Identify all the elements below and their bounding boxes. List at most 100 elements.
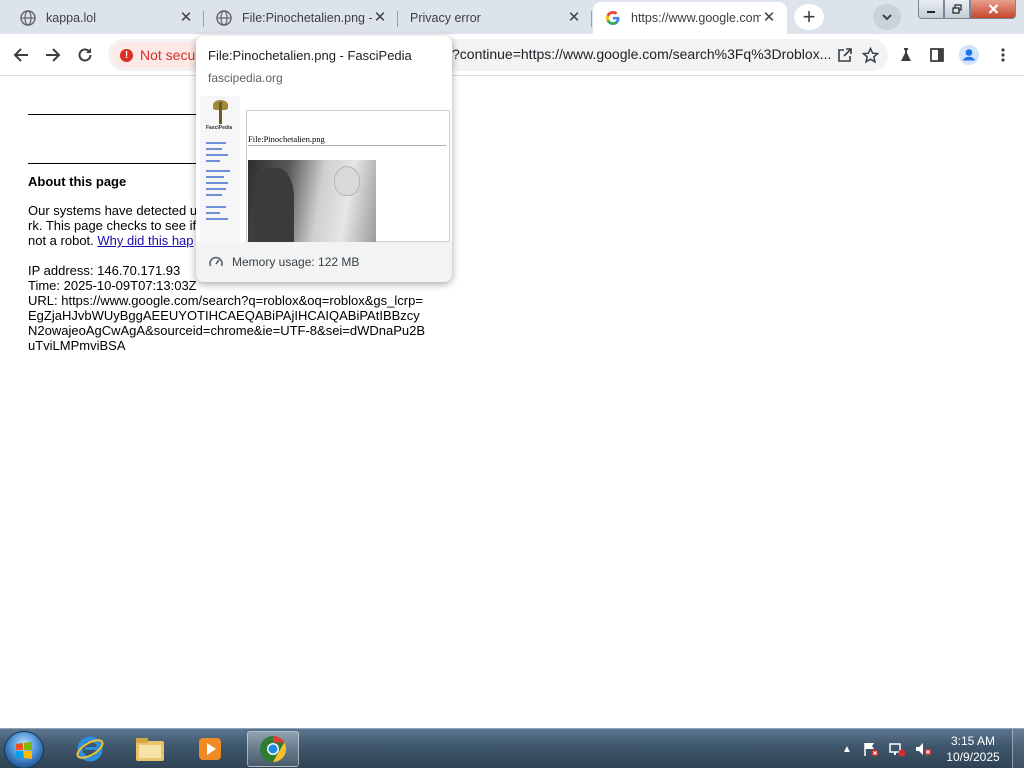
preview-photo-alien [334, 166, 360, 196]
bookmark-star-button[interactable] [857, 42, 883, 68]
taskbar-internet-explorer[interactable] [64, 731, 116, 767]
windows-taskbar: ▲ 3:15 AM 10/9/2025 [0, 728, 1024, 768]
url-line: URL: https://www.google.com/search?q=rob… [28, 293, 423, 308]
kebab-menu-icon [1001, 48, 1005, 62]
windows-logo-icon [16, 742, 32, 759]
preview-sidebar-link [206, 188, 226, 190]
tab-title: kappa.lol [46, 11, 97, 25]
page-content: About this page Our systems have detecte… [0, 77, 1024, 728]
preview-sidebar-link [206, 148, 222, 150]
action-center-flag-icon[interactable] [862, 741, 880, 757]
restore-icon [952, 4, 962, 14]
back-arrow-icon [13, 48, 28, 62]
url-line: N2owajeoAgCwAgA&sourceid=chrome&ie=UTF-8… [28, 323, 426, 338]
globe-icon [20, 10, 36, 26]
new-tab-button[interactable]: + [794, 4, 824, 30]
close-tab-icon[interactable]: ✕ [372, 10, 388, 26]
media-player-icon [199, 738, 221, 760]
preview-sidebar-link [206, 182, 228, 184]
warning-icon: ! [120, 48, 133, 62]
side-panel-button[interactable] [924, 42, 950, 68]
star-icon [861, 46, 879, 63]
preview-heading-rule [248, 145, 446, 146]
page-heading: About this page [28, 174, 127, 189]
close-window-button[interactable] [970, 0, 1016, 19]
profile-button[interactable] [956, 42, 982, 68]
back-button[interactable] [8, 42, 34, 68]
avatar-icon [959, 45, 979, 65]
url-line: EgZjaHJvbWUyBggAEEUYOTIHCAEQABiPAjIHCAIQ… [28, 308, 420, 323]
tab-hover-card: File:Pinochetalien.png - FasciPedia fasc… [196, 36, 452, 282]
hover-card-domain: fascipedia.org [208, 71, 283, 85]
close-tab-icon[interactable]: ✕ [178, 10, 194, 26]
close-tab-icon[interactable]: ✕ [761, 10, 777, 26]
preview-sidebar-link [206, 160, 220, 162]
tab-title: File:Pinochetalien.png - FasciPedia [242, 11, 372, 25]
speaker-muted-icon[interactable] [914, 741, 932, 757]
preview-sidebar-link [206, 176, 224, 178]
taskbar-media-player[interactable] [184, 731, 236, 767]
tab-google[interactable]: https://www.google.com/sorry ✕ [593, 2, 787, 34]
tab-fascipedia[interactable]: File:Pinochetalien.png - FasciPedia ✕ [204, 2, 398, 34]
url-line: uTviLMPmviBSA [28, 338, 126, 353]
close-icon [988, 4, 998, 14]
taskbar-file-explorer[interactable] [124, 731, 176, 767]
clock-time: 3:15 AM [950, 734, 996, 748]
hover-card-footer: Memory usage: 122 MB [196, 242, 452, 282]
why-did-this-happen-link[interactable]: Why did this hap [97, 233, 193, 248]
clock-date: 10/9/2025 [946, 750, 1000, 764]
side-panel-icon [930, 48, 944, 62]
memory-gauge-icon [209, 256, 223, 267]
window-controls [918, 0, 1024, 20]
show-hidden-icons-chevron-up-icon[interactable]: ▲ [842, 744, 852, 755]
share-icon [838, 48, 852, 62]
start-button[interactable] [4, 731, 44, 768]
tab-strip: kappa.lol ✕ File:Pinochetalien.png - Fas… [0, 0, 1024, 34]
page-preview-thumbnail: FasciPedia File:Pinochetalien.png [196, 96, 452, 242]
preview-page-heading: File:Pinochetalien.png [248, 134, 325, 144]
tab-privacy-error[interactable]: Privacy error ✕ [398, 2, 592, 34]
preview-logo-text: FasciPedia [206, 125, 233, 131]
google-g-icon [605, 10, 621, 26]
forward-arrow-icon [46, 48, 61, 62]
globe-icon [216, 10, 232, 26]
restore-button[interactable] [944, 0, 970, 19]
tab-kappa[interactable]: kappa.lol ✕ [8, 2, 204, 34]
reload-icon [78, 48, 92, 62]
preview-sidebar-link [206, 142, 226, 144]
extensions-button[interactable] [893, 42, 919, 68]
memory-usage: Memory usage: 122 MB [232, 255, 360, 269]
tab-title: https://www.google.com/sorry [631, 11, 761, 25]
minimize-icon [927, 11, 935, 13]
preview-sidebar-link [206, 194, 222, 196]
hover-card-title: File:Pinochetalien.png - FasciPedia [208, 48, 412, 63]
close-tab-icon[interactable]: ✕ [566, 10, 582, 26]
minimize-button[interactable] [918, 0, 944, 19]
url-text[interactable]: ?continue=https://www.google.com/search%… [452, 46, 832, 62]
chevron-down-icon [882, 14, 892, 21]
preview-sidebar-link [206, 206, 226, 208]
chrome-icon [260, 735, 287, 763]
system-tray: ▲ [842, 729, 932, 768]
internet-explorer-icon [76, 736, 104, 762]
reload-button[interactable] [72, 42, 98, 68]
show-desktop-button[interactable] [1012, 729, 1024, 768]
fascipedia-logo-stem [219, 102, 222, 124]
flask-icon [901, 48, 911, 61]
menu-button[interactable] [990, 42, 1016, 68]
network-icon[interactable] [888, 741, 906, 757]
preview-photo-figure [254, 168, 294, 242]
share-button[interactable] [832, 42, 858, 68]
browser-toolbar: ! Not secure ?continue=https://www.googl… [0, 34, 1024, 76]
preview-sidebar: FasciPedia [200, 96, 240, 242]
tab-title: Privacy error [410, 11, 481, 25]
preview-sidebar-link [206, 170, 230, 172]
preview-sidebar-link [206, 212, 220, 214]
paragraph-text: not a robot. [28, 233, 94, 248]
taskbar-chrome[interactable] [247, 731, 299, 767]
taskbar-clock[interactable]: 3:15 AM 10/9/2025 [940, 733, 1006, 765]
tab-search-button[interactable] [873, 4, 901, 30]
forward-button[interactable] [40, 42, 66, 68]
preview-sidebar-link [206, 218, 228, 220]
preview-sidebar-link [206, 154, 228, 156]
